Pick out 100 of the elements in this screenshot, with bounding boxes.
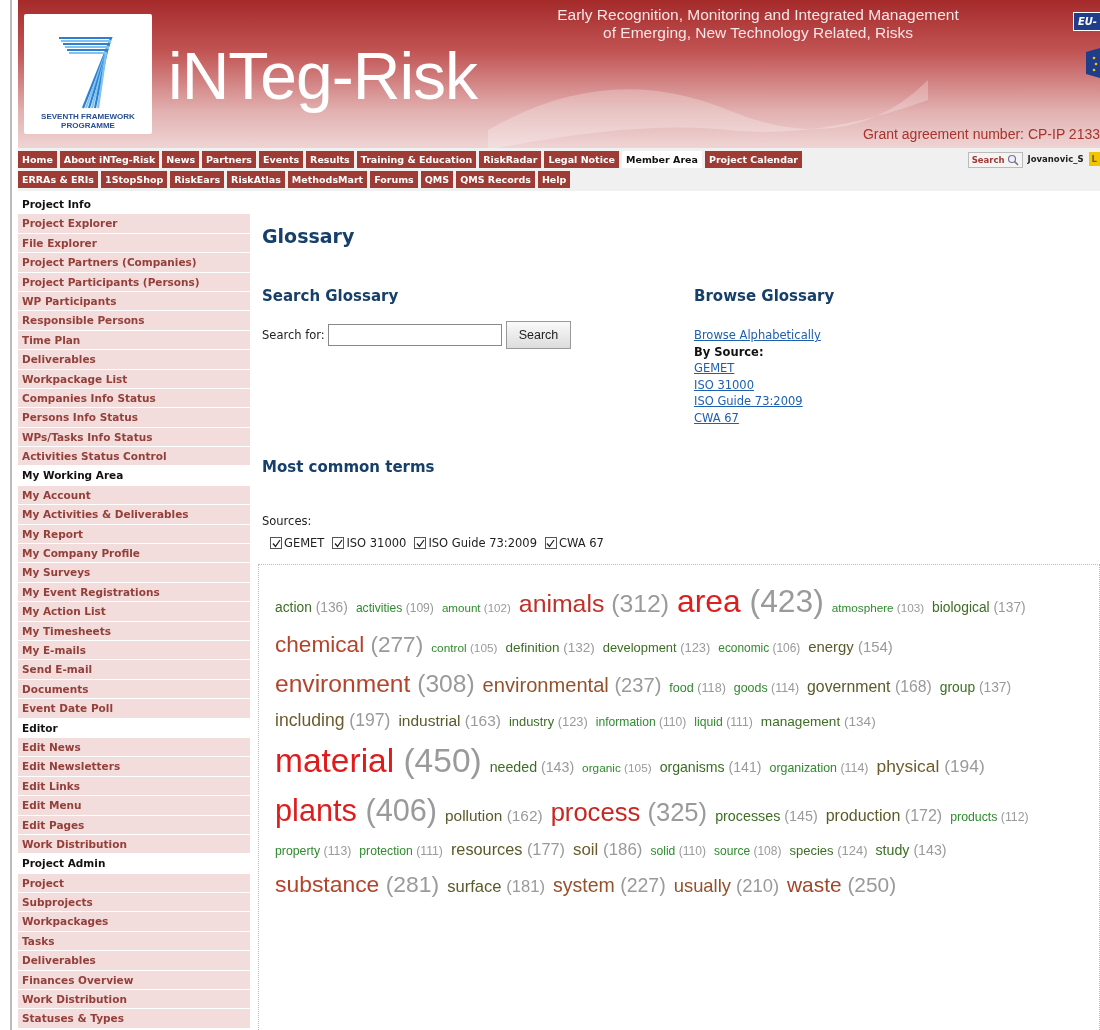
cloud-term[interactable]: information (110) <box>595 715 687 730</box>
sidebar-link[interactable]: My Action List <box>18 602 250 622</box>
cloud-term[interactable]: study (143) <box>875 841 947 859</box>
nav-tab[interactable]: 1StopShop <box>101 171 168 188</box>
nav-tab[interactable]: RiskAtlas <box>227 171 285 188</box>
sidebar-link[interactable]: Workpackage List <box>18 369 250 389</box>
source-checkbox[interactable] <box>270 537 282 549</box>
cloud-term[interactable]: group (137) <box>939 679 1012 696</box>
cloud-term[interactable]: food (118) <box>669 680 726 695</box>
sidebar-link[interactable]: File Explorer <box>18 233 250 254</box>
cloud-term[interactable]: goods (114) <box>733 680 800 695</box>
sidebar-link[interactable]: Finances Overview <box>18 970 250 990</box>
sidebar-link[interactable]: Deliverables <box>18 350 250 370</box>
nav-tab[interactable]: QMS <box>420 171 454 188</box>
sidebar-link[interactable]: My Company Profile <box>18 544 250 564</box>
sidebar-link[interactable]: Deliverables <box>18 951 250 971</box>
search-button[interactable]: Search <box>505 321 572 349</box>
nav-tab[interactable]: Events <box>259 151 304 168</box>
source-link[interactable]: GEMET <box>694 360 735 377</box>
sidebar-link[interactable]: My Account <box>18 485 250 506</box>
cloud-term[interactable]: substance (281) <box>275 871 440 898</box>
sidebar-link[interactable]: Subprojects <box>18 893 250 913</box>
sidebar-link[interactable]: Project <box>18 873 250 894</box>
source-checkbox[interactable] <box>414 537 427 549</box>
sidebar-link[interactable]: My Timesheets <box>18 621 250 641</box>
source-link[interactable]: ISO Guide 73:2009 <box>694 393 803 410</box>
cloud-term[interactable]: definition (132) <box>505 639 595 656</box>
nav-tab[interactable]: QMS Records <box>456 171 535 188</box>
cloud-term[interactable]: energy (154) <box>808 638 893 656</box>
nav-tab[interactable]: Forums <box>370 171 418 188</box>
search-button[interactable]: Search <box>967 152 1023 168</box>
cloud-term[interactable]: including (197) <box>275 709 391 731</box>
cloud-term[interactable]: area (423) <box>677 583 824 620</box>
sidebar-link[interactable]: Statuses & Types <box>18 1009 250 1029</box>
cloud-term[interactable]: environmental (237) <box>482 673 662 697</box>
sidebar-link[interactable]: WPs/Tasks Info Status <box>18 427 250 448</box>
cloud-term[interactable]: control (105) <box>431 641 498 656</box>
cloud-term[interactable]: biological (137) <box>932 600 1026 616</box>
sidebar-link[interactable]: Companies Info Status <box>18 388 250 409</box>
cloud-term[interactable]: waste (250) <box>787 873 897 898</box>
cloud-term[interactable]: development (123) <box>602 640 711 656</box>
sidebar-link[interactable]: Event Date Poll <box>18 699 250 719</box>
nav-tab[interactable]: About iNTeg-Risk <box>59 151 160 168</box>
sidebar-link[interactable]: Edit Links <box>18 776 250 797</box>
nav-tab[interactable]: RiskRadar <box>479 151 542 168</box>
sidebar-link[interactable]: Tasks <box>18 931 250 952</box>
browse-link[interactable]: Browse Alphabetically <box>694 327 821 344</box>
sidebar-link[interactable]: Edit Pages <box>18 815 250 835</box>
cloud-term[interactable]: organization (114) <box>769 761 869 776</box>
nav-tab[interactable]: ERRAs & ERIs <box>18 171 99 188</box>
sidebar-link[interactable]: Activities Status Control <box>18 447 250 467</box>
sidebar-link[interactable]: Project Partners (Companies) <box>18 253 250 273</box>
cloud-term[interactable]: usually (210) <box>673 875 779 897</box>
cloud-term[interactable]: animals (312) <box>518 590 670 619</box>
cloud-term[interactable]: species (124) <box>789 843 868 859</box>
nav-tab[interactable]: RiskEars <box>170 171 225 188</box>
cloud-term[interactable]: solid (110) <box>650 844 707 859</box>
cloud-term[interactable]: amount (102) <box>441 601 511 615</box>
cloud-term[interactable]: activities (109) <box>355 602 434 616</box>
cloud-term[interactable]: products (112) <box>950 809 1029 824</box>
cloud-term[interactable]: industry (123) <box>508 714 588 730</box>
sidebar-link[interactable]: Workpackages <box>18 912 250 932</box>
nav-tab[interactable]: News <box>162 151 200 168</box>
cloud-term[interactable]: surface (181) <box>447 877 545 897</box>
cloud-term[interactable]: system (227) <box>553 874 666 897</box>
sidebar-link[interactable]: My Activities & Deliverables <box>18 505 250 525</box>
nav-tab[interactable]: Help <box>537 171 571 188</box>
source-link[interactable]: ISO 31000 <box>694 376 754 393</box>
sidebar-link[interactable]: Edit News <box>18 737 250 758</box>
sidebar-link[interactable]: My Report <box>18 524 250 545</box>
sidebar-link[interactable]: Time Plan <box>18 330 250 351</box>
cloud-term[interactable]: action (136) <box>275 600 348 616</box>
cloud-term[interactable]: source (108) <box>714 844 782 859</box>
sidebar-link[interactable]: Edit Newsletters <box>18 757 250 777</box>
cloud-term[interactable]: liquid (111) <box>694 714 753 729</box>
sidebar-link[interactable]: Responsible Persons <box>18 311 250 331</box>
sidebar-link[interactable]: Work Distribution <box>18 990 250 1010</box>
source-checkbox[interactable] <box>332 537 345 549</box>
sidebar-link[interactable]: Edit Menu <box>18 796 250 816</box>
cloud-term[interactable]: production (172) <box>825 806 943 825</box>
sidebar-link[interactable]: Documents <box>18 679 250 700</box>
nav-tab[interactable]: Member Area <box>622 151 702 168</box>
sidebar-link[interactable]: My Event Registrations <box>18 582 250 603</box>
cloud-term[interactable]: protection (111) <box>359 843 443 858</box>
source-link[interactable]: CWA 67 <box>694 409 739 426</box>
cloud-term[interactable]: economic (106) <box>718 641 801 656</box>
cloud-term[interactable]: needed (143) <box>489 759 575 776</box>
sidebar-link[interactable]: Work Distribution <box>18 834 250 855</box>
cloud-term[interactable]: government (168) <box>807 677 932 696</box>
sidebar-link[interactable]: Send E-mail <box>18 660 250 680</box>
cloud-term[interactable]: physical (194) <box>876 756 985 777</box>
cloud-term[interactable]: resources (177) <box>450 839 565 859</box>
nav-tab[interactable]: Home <box>18 151 57 168</box>
sidebar-link[interactable]: My Surveys <box>18 563 250 583</box>
cloud-term[interactable]: property (113) <box>275 843 352 858</box>
cloud-term[interactable]: processes (145) <box>715 807 818 824</box>
nav-tab[interactable]: Project Calendar <box>704 151 803 168</box>
cloud-term[interactable]: material (450) <box>275 742 482 781</box>
cloud-term[interactable]: organisms (141) <box>659 759 762 776</box>
sidebar-link[interactable]: My E-mails <box>18 641 250 661</box>
